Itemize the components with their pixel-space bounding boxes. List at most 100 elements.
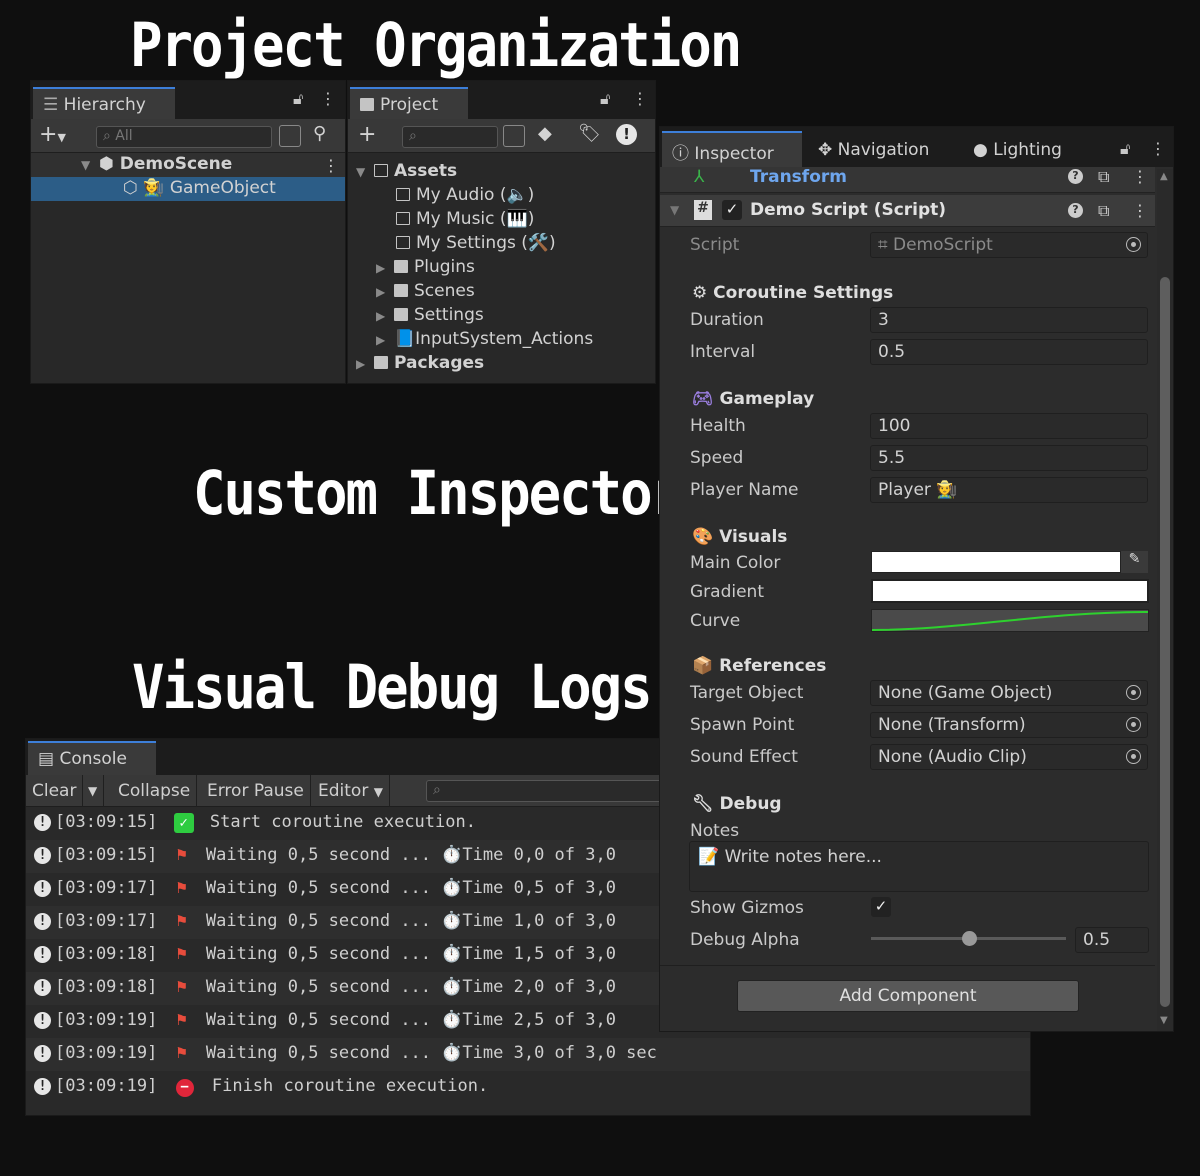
target-object-field[interactable]: None (Game Object) — [870, 680, 1148, 706]
folder-plugins[interactable]: ▶ Plugins — [376, 257, 475, 277]
error-pause-button[interactable]: Error Pause — [201, 775, 311, 807]
script-field[interactable]: ⌗ DemoScript — [870, 232, 1148, 258]
red-flag-icon: ⚑ — [176, 977, 187, 997]
spawn-point-field[interactable]: None (Transform) — [870, 712, 1148, 738]
filter-label-icon[interactable]: 🏷︎ — [578, 123, 601, 144]
speed-field[interactable]: 5.5 — [870, 445, 1148, 471]
add-dropdown-button[interactable]: +▼ — [39, 122, 66, 147]
folder-icon — [394, 308, 408, 321]
interval-field[interactable]: 0.5 — [870, 339, 1148, 365]
main-color-swatch[interactable] — [871, 551, 1121, 573]
presets-icon[interactable]: ⧉ — [1098, 167, 1109, 187]
search-icon: ⌕ — [409, 128, 417, 144]
tab-hierarchy[interactable]: ☰ Hierarchy — [33, 87, 175, 120]
asset-inputsystem-actions[interactable]: ▶ 📘InputSystem_Actions — [376, 329, 593, 349]
debug-alpha-field[interactable]: 0.5 — [1075, 927, 1149, 953]
object-picker-icon[interactable] — [1126, 685, 1141, 700]
object-picker-icon[interactable] — [1126, 237, 1141, 252]
presets-icon[interactable]: ⧉ — [1098, 201, 1109, 221]
chevron-down-icon: ▼ — [373, 785, 383, 799]
gradient-field[interactable] — [871, 579, 1149, 603]
debug-alpha-handle[interactable] — [962, 931, 977, 946]
folder-settings[interactable]: ▶ Settings — [376, 305, 484, 325]
red-flag-icon: ⚑ — [176, 1043, 187, 1063]
component-menu-icon[interactable]: ⋮ — [1132, 167, 1148, 186]
eyedropper-icon[interactable]: ✎ — [1121, 551, 1148, 573]
kebab-menu-icon[interactable]: ⋮ — [632, 89, 648, 108]
scroll-up-icon[interactable]: ▲ — [1160, 171, 1168, 182]
sound-effect-field[interactable]: None (Audio Clip) — [870, 744, 1148, 770]
lock-icon[interactable]: 🔓︎ — [293, 89, 303, 109]
help-icon[interactable]: ? — [1068, 203, 1083, 218]
player-name-field[interactable]: Player 🧑‍🌾 — [870, 477, 1148, 503]
scrollbar[interactable]: ▲ ▼ — [1157, 169, 1173, 1031]
object-picker-icon[interactable] — [1126, 749, 1141, 764]
duration-field[interactable]: 3 — [870, 307, 1148, 333]
notes-textarea[interactable]: 📝 Write notes here... — [689, 841, 1149, 892]
log-row[interactable]: ! [03:09:19] − Finish coroutine execution… — [26, 1071, 1030, 1104]
info-icon: ! — [34, 814, 51, 831]
collapse-button[interactable]: Collapse — [112, 775, 198, 807]
red-flag-icon: ⚑ — [176, 878, 187, 898]
tab-inspector[interactable]: ⓘ Inspector — [662, 131, 802, 167]
section-coroutine-settings: ⚙ Coroutine Settings — [692, 283, 894, 303]
section-references: 📦 References — [692, 656, 827, 676]
folder-scenes[interactable]: ▶ Scenes — [376, 281, 475, 301]
packages-folder[interactable]: ▶ Packages — [356, 353, 484, 373]
kebab-menu-icon[interactable]: ⋮ — [320, 89, 336, 108]
assets-folder[interactable]: ▼ Assets — [356, 161, 457, 181]
heading-project-organization: Project Organization — [130, 10, 742, 81]
gamepad-icon: 🎮︎ — [692, 389, 720, 409]
show-gizmos-checkbox[interactable]: ✓ — [871, 897, 891, 917]
chevron-right-icon: ▶ — [376, 309, 386, 323]
heading-visual-debug-logs: Visual Debug Logs — [132, 652, 653, 723]
wrench-icon: 🔧︎ — [692, 794, 720, 814]
warning-filter-icon[interactable]: ! — [616, 124, 637, 145]
lightbulb-icon: ● — [973, 140, 994, 160]
scene-menu-icon[interactable]: ⋮ — [323, 156, 339, 175]
script-label: Script — [690, 235, 740, 255]
object-picker-icon[interactable] — [1126, 717, 1141, 732]
lock-icon[interactable]: 🔓︎ — [600, 89, 610, 109]
lock-icon[interactable]: 🔓︎ — [1120, 139, 1130, 159]
log-row[interactable]: ! [03:09:19] ⚑ Waiting 0,5 second ... ⏱️T… — [26, 1038, 1030, 1071]
filter-shapes-icon[interactable]: ◆ — [538, 123, 552, 144]
add-component-button[interactable]: Add Component — [737, 980, 1079, 1012]
tab-lighting[interactable]: ● Lighting — [973, 140, 1062, 160]
tab-console[interactable]: ▤ Console — [28, 741, 156, 775]
red-flag-icon: ⚑ — [176, 911, 187, 931]
scroll-down-icon[interactable]: ▼ — [1160, 1015, 1168, 1026]
transform-header[interactable]: ⅄ Transform ? ⧉ ⋮ — [660, 167, 1155, 193]
project-search-input[interactable]: ⌕ — [402, 126, 498, 148]
folder-my-audio[interactable]: My Audio (🔈) — [396, 185, 534, 205]
scene-visibility-icon[interactable] — [279, 125, 301, 147]
filter-type-icon[interactable] — [503, 125, 525, 147]
red-flag-icon: ⚑ — [176, 845, 187, 865]
enabled-checkbox[interactable]: ✓ — [722, 200, 742, 220]
folder-my-settings[interactable]: My Settings (🛠️) — [396, 233, 556, 253]
chevron-down-icon: ▼ — [81, 158, 91, 172]
tab-navigation[interactable]: ✥ Navigation — [818, 140, 929, 160]
curve-field[interactable] — [871, 609, 1149, 632]
unity-scene-icon: ⬢ — [99, 154, 120, 174]
script-component-header[interactable]: ▼ # ✓ Demo Script (Script) ? ⧉ ⋮ — [660, 195, 1155, 227]
help-icon[interactable]: ? — [1068, 169, 1083, 184]
hierarchy-options-icon[interactable]: ⚲ — [313, 123, 326, 144]
info-circle-icon: ⓘ — [672, 144, 695, 164]
clear-options-dropdown[interactable]: ▼ — [82, 775, 105, 807]
hierarchy-search-input[interactable]: ⌕ All — [96, 126, 272, 148]
health-field[interactable]: 100 — [870, 413, 1148, 439]
chevron-right-icon: ▶ — [376, 285, 386, 299]
component-menu-icon[interactable]: ⋮ — [1132, 201, 1148, 220]
clear-button[interactable]: Clear — [26, 775, 84, 807]
folder-my-music[interactable]: My Music (🎹) — [396, 209, 534, 229]
info-icon: ! — [34, 1012, 51, 1029]
scroll-thumb[interactable] — [1160, 277, 1170, 1007]
kebab-menu-icon[interactable]: ⋮ — [1150, 139, 1166, 158]
script-hash-icon: ⌗ — [878, 235, 893, 255]
no-entry-icon: − — [175, 1079, 194, 1097]
tab-project[interactable]: Project — [350, 87, 468, 120]
hierarchy-icon: ☰ — [43, 95, 64, 115]
create-button[interactable]: + — [358, 122, 376, 147]
editor-dropdown[interactable]: Editor ▼ — [312, 775, 390, 807]
